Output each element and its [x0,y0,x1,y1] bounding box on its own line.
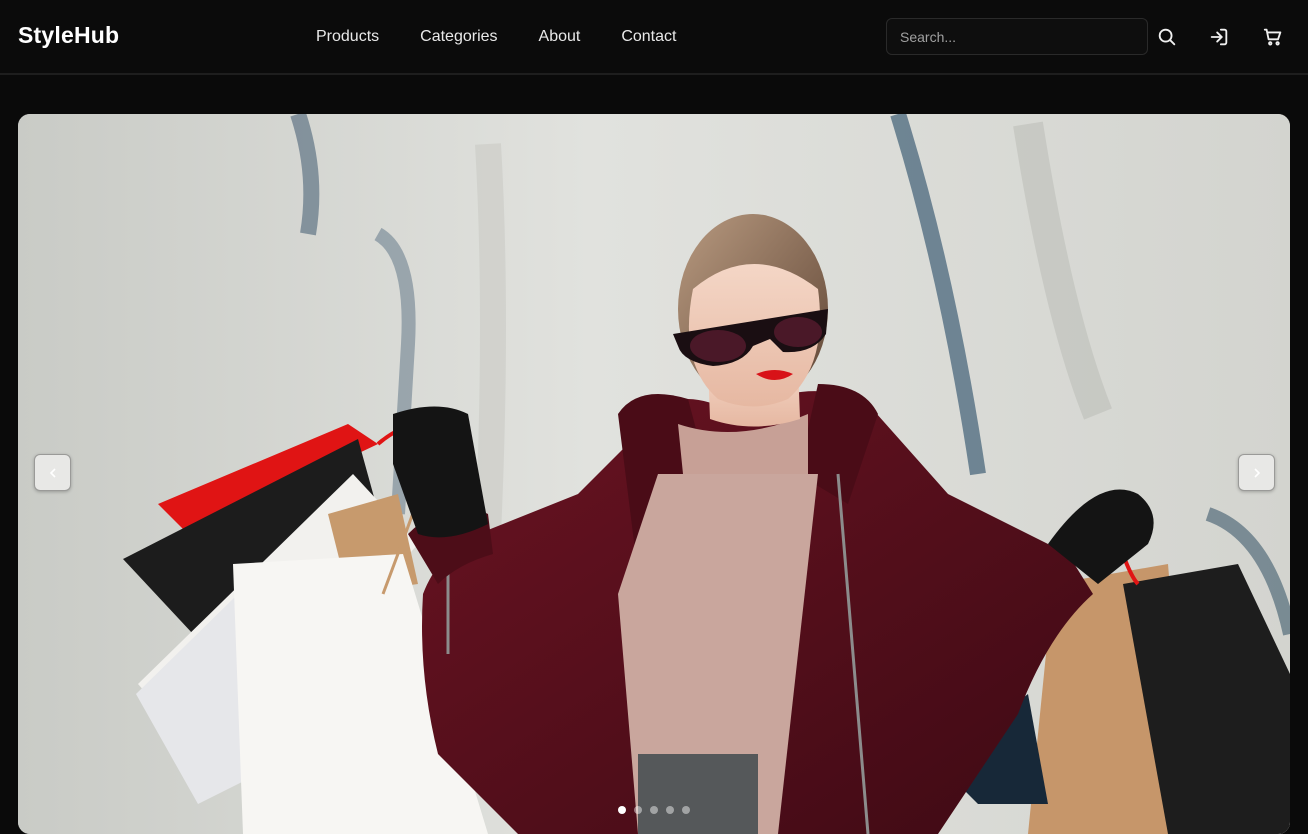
carousel-dot-5[interactable] [682,806,690,814]
carousel-dot-3[interactable] [650,806,658,814]
sign-in-icon[interactable] [1208,26,1230,48]
nav-products-link[interactable]: Products [316,28,379,46]
nav-contact-link[interactable]: Contact [621,28,676,46]
search-icon[interactable] [1156,26,1178,48]
top-navigation-bar: StyleHub Products Categories About Conta… [0,0,1308,75]
hero-image [18,114,1290,834]
carousel-dot-4[interactable] [666,806,674,814]
carousel-next-button[interactable] [1238,454,1275,491]
carousel-dot-2[interactable] [634,806,642,814]
nav-categories-link[interactable]: Categories [420,28,497,46]
carousel-indicators [618,806,690,814]
chevron-right-icon [1253,467,1260,478]
hero-carousel [18,114,1290,834]
search-input[interactable] [886,18,1148,55]
carousel-prev-button[interactable] [34,454,71,491]
carousel-dot-1[interactable] [618,806,626,814]
nav-about-link[interactable]: About [539,28,581,46]
main-nav: Products Categories About Contact [316,28,676,46]
cart-icon[interactable] [1262,26,1284,48]
chevron-left-icon [49,467,56,478]
brand-logo[interactable]: StyleHub [18,22,119,49]
